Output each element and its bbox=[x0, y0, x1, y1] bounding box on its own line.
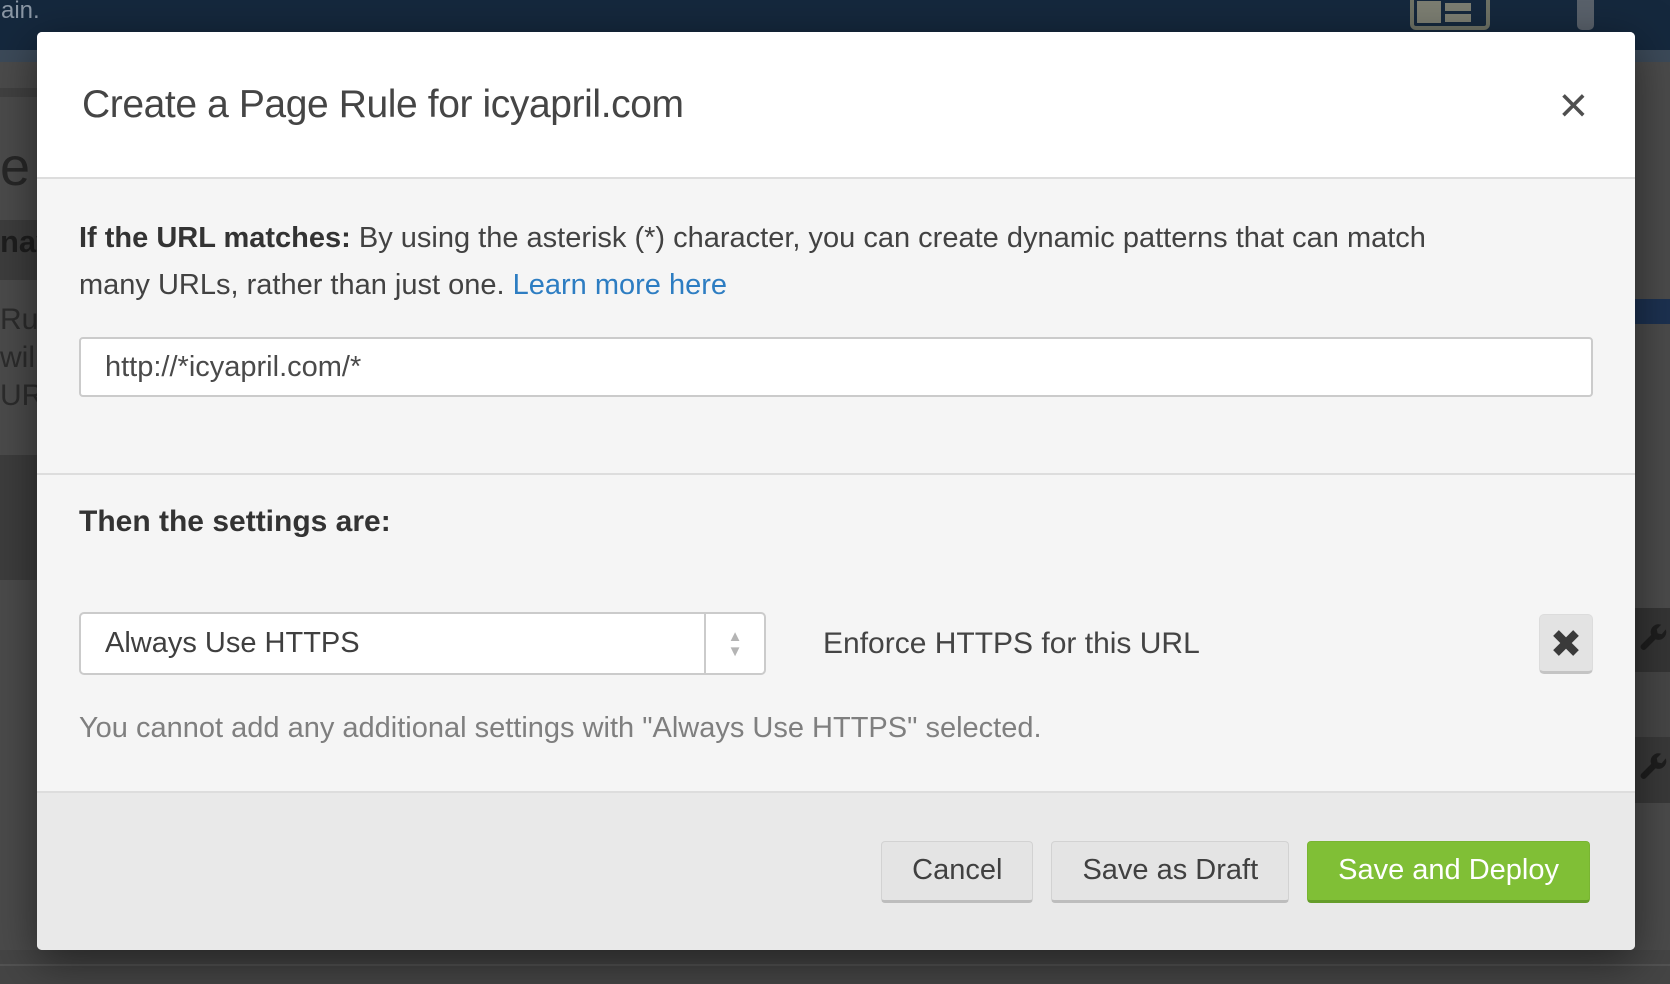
url-match-section: If the URL matches: By using the asteris… bbox=[37, 177, 1635, 473]
background-domain-text-fragment: ain. bbox=[1, 0, 40, 25]
save-and-deploy-button[interactable]: Save and Deploy bbox=[1307, 841, 1590, 903]
background-text-fragment: will bbox=[0, 341, 42, 375]
save-as-draft-button[interactable]: Save as Draft bbox=[1051, 841, 1289, 903]
background-row-gap bbox=[1635, 672, 1670, 737]
create-page-rule-modal: Create a Page Rule for icyapril.com × If… bbox=[37, 32, 1635, 950]
background-page-bottom bbox=[0, 950, 1670, 984]
select-stepper[interactable]: ▲ ▼ bbox=[704, 614, 764, 673]
background-divider bbox=[0, 964, 1670, 966]
grid-view-icon-block bbox=[1417, 1, 1441, 23]
wrench-icon bbox=[1638, 623, 1668, 653]
wrench-icon bbox=[1638, 752, 1668, 782]
learn-more-link[interactable]: Learn more here bbox=[513, 269, 727, 301]
url-pattern-input[interactable] bbox=[79, 337, 1593, 397]
modal-header: Create a Page Rule for icyapril.com × bbox=[37, 32, 1635, 177]
url-match-description: If the URL matches: By using the asteris… bbox=[79, 215, 1499, 309]
background-blue-button-fragment bbox=[1635, 299, 1670, 324]
settings-section: Then the settings are: Always Use HTTPS … bbox=[37, 473, 1635, 791]
remove-x-icon bbox=[1553, 630, 1579, 656]
setting-select[interactable]: Always Use HTTPS ▲ ▼ bbox=[79, 612, 766, 675]
setting-select-value: Always Use HTTPS bbox=[81, 627, 704, 660]
screen: ain. e nav Ru will UR Create a Page Rule… bbox=[0, 0, 1670, 984]
url-match-label: If the URL matches: bbox=[79, 222, 351, 254]
modal-footer: Cancel Save as Draft Save and Deploy bbox=[37, 791, 1635, 950]
setting-row: Always Use HTTPS ▲ ▼ Enforce HTTPS for t… bbox=[79, 612, 1593, 675]
modal-title: Create a Page Rule for icyapril.com bbox=[82, 83, 684, 127]
chevron-up-icon: ▲ bbox=[728, 630, 743, 643]
remove-setting-button[interactable] bbox=[1539, 614, 1593, 674]
list-view-icon-fragment bbox=[1577, 0, 1594, 30]
settings-note: You cannot add any additional settings w… bbox=[79, 712, 1593, 745]
setting-description: Enforce HTTPS for this URL bbox=[823, 627, 1200, 661]
background-section-edge bbox=[0, 88, 37, 97]
grid-view-icon-bars bbox=[1445, 1, 1471, 23]
background-text-fragment: Ru bbox=[0, 303, 38, 337]
grid-view-icon bbox=[1410, 0, 1490, 30]
close-icon[interactable]: × bbox=[1557, 85, 1590, 125]
background-setting-row-fragment bbox=[1635, 608, 1670, 672]
chevron-down-icon: ▼ bbox=[728, 645, 743, 658]
background-table-row-fragment bbox=[0, 455, 37, 580]
settings-heading: Then the settings are: bbox=[79, 505, 1593, 539]
background-setting-row-fragment bbox=[1635, 737, 1670, 803]
cancel-button[interactable]: Cancel bbox=[881, 841, 1033, 903]
background-text-fragment: e bbox=[0, 136, 30, 198]
